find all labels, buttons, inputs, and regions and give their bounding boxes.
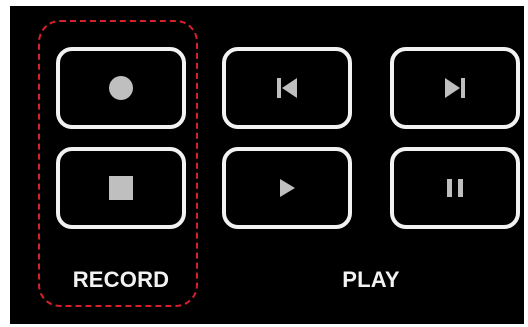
- record-label: RECORD: [72, 267, 170, 292]
- play-label: PLAY: [342, 267, 400, 292]
- record-button[interactable]: [56, 47, 186, 129]
- next-button[interactable]: [390, 47, 520, 129]
- stop-button[interactable]: [56, 147, 186, 229]
- record-icon: [109, 76, 133, 100]
- play-button[interactable]: [222, 147, 352, 229]
- pause-button[interactable]: [390, 147, 520, 229]
- stop-icon: [109, 176, 133, 200]
- skip-next-icon: [445, 78, 465, 98]
- previous-button[interactable]: [222, 47, 352, 129]
- pause-icon: [447, 179, 463, 197]
- play-icon: [280, 179, 295, 197]
- skip-previous-icon: [277, 78, 297, 98]
